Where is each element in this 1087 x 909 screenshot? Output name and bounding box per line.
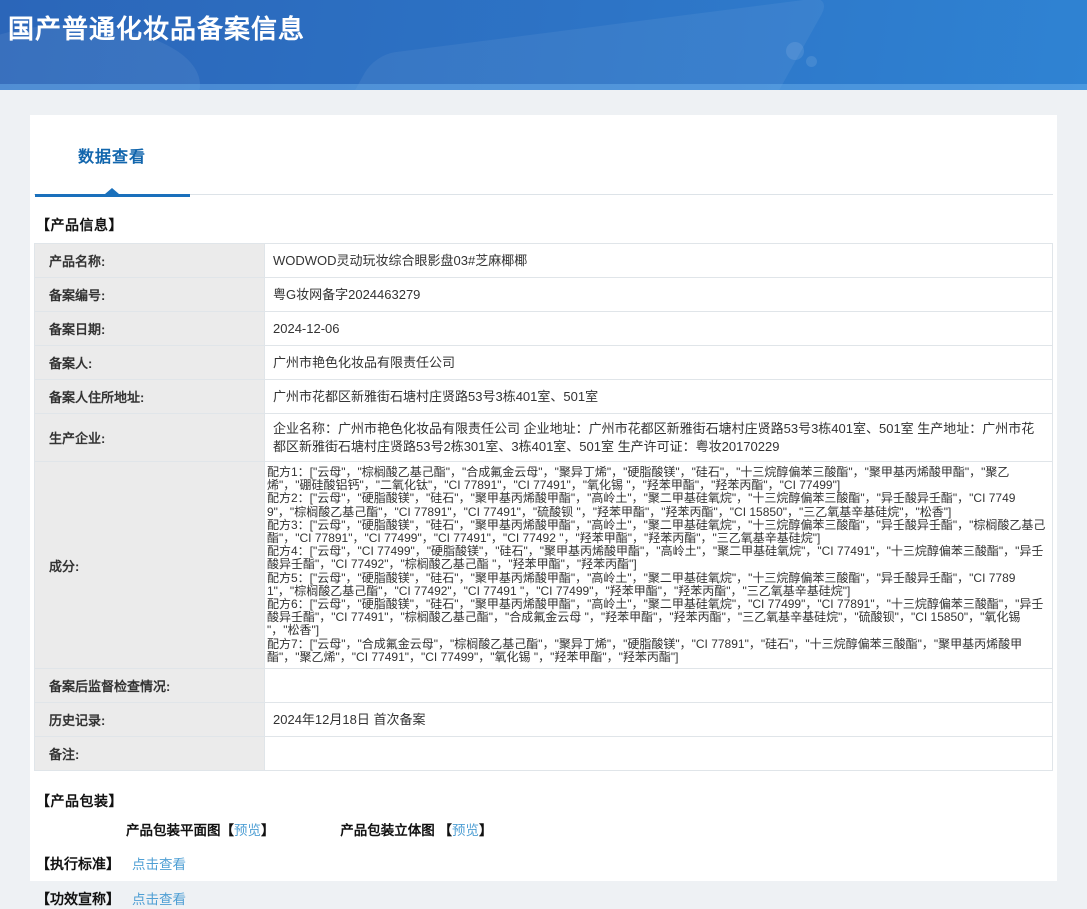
bracket-open: 【 (438, 823, 453, 839)
packaging-solid-preview-link[interactable]: 预览 (452, 823, 479, 838)
formula-line: 配方1：["云母"，"棕榈酸乙基己酯"，"合成氟金云母"，"聚异丁烯"，"硬脂酸… (267, 465, 1010, 493)
packaging-flat-item: 产品包装平面图【预览】 (126, 819, 275, 839)
bracket-close: 】 (479, 823, 493, 839)
row-label: 产品名称: (34, 243, 265, 278)
row-label: 备注: (34, 736, 265, 772)
row-value: WODWOD灵动玩妆综合眼影盘03#芝麻椰椰 (264, 243, 1053, 278)
table-row-history: 历史记录: 2024年12月18日 首次备案 (34, 702, 1053, 738)
row-value: 广州市艳色化妆品有限责任公司 (264, 345, 1053, 380)
packaging-solid-item: 产品包装立体图 【预览】 (340, 819, 492, 839)
standard-section-title: 【执行标准】 (36, 856, 120, 873)
table-row-filing-date: 备案日期: 2024-12-06 (34, 311, 1053, 346)
row-value (264, 736, 1053, 772)
tab-data-view-label: 数据查看 (77, 149, 146, 166)
formula-line: 配方3：["云母"，"硬脂酸镁"，"硅石"，"聚甲基丙烯酸甲酯"，"高岭土"，"… (267, 517, 1046, 546)
row-value: 2024年12月18日 首次备案 (264, 702, 1053, 738)
tab-active-underline (35, 194, 190, 197)
formula-line: 配方2：["云母"，"硬脂酸镁"，"硅石"，"聚甲基丙烯酸甲酯"，"高岭土"，"… (267, 491, 1016, 519)
row-value-ingredients: 配方1：["云母"，"棕榈酸乙基己酯"，"合成氟金云母"，"聚异丁烯"，"硬脂酸… (264, 460, 1053, 670)
standard-section: 【执行标准】 点击查看 (36, 853, 1053, 874)
table-row-filer-address: 备案人住所地址: 广州市花都区新雅街石塘村庄贤路53号3栋401室、501室 (34, 379, 1053, 414)
row-value: 企业名称：广州市艳色化妆品有限责任公司 企业地址：广州市花都区新雅街石塘村庄贤路… (264, 413, 1053, 462)
table-row-remarks: 备注: (34, 736, 1053, 772)
packaging-flat-label: 产品包装平面图 (126, 823, 221, 839)
tab-data-view[interactable]: 数据查看 (34, 139, 190, 197)
table-row-product-name: 产品名称: WODWOD灵动玩妆综合眼影盘03#芝麻椰椰 (34, 243, 1053, 278)
page-header: 国产普通化妆品备案信息 (0, 0, 1087, 90)
content-card: 数据查看 【产品信息】 产品名称: WODWOD灵动玩妆综合眼影盘03#芝麻椰椰… (30, 115, 1057, 907)
table-row-filing-number: 备案编号: 粤G妆网备字2024463279 (34, 277, 1053, 312)
page-title: 国产普通化妆品备案信息 (8, 14, 306, 44)
table-row-filer: 备案人: 广州市艳色化妆品有限责任公司 (34, 345, 1053, 380)
row-label: 备案编号: (34, 277, 265, 312)
row-label: 备案后监督检查情况: (34, 668, 265, 704)
table-row-ingredients: 成分: 配方1：["云母"，"棕榈酸乙基己酯"，"合成氟金云母"，"聚异丁烯"，… (34, 460, 1053, 670)
row-value: 广州市花都区新雅街石塘村庄贤路53号3栋401室、501室 (264, 379, 1053, 414)
row-value (264, 668, 1053, 704)
product-info-section-title: 【产品信息】 (36, 217, 123, 233)
efficacy-section-title: 【功效宣称】 (36, 891, 120, 908)
row-value: 2024-12-06 (264, 311, 1053, 346)
packaging-links-row: 产品包装平面图【预览】 产品包装立体图 【预览】 (34, 819, 1053, 839)
formula-line: 配方6：["云母"，"硬脂酸镁"，"硅石"，"聚甲基丙烯酸甲酯"，"高岭土"，"… (267, 597, 1044, 638)
table-row-supervision: 备案后监督检查情况: (34, 668, 1053, 704)
formula-line: 配方5：["云母"，"硬脂酸镁"，"硅石"，"聚甲基丙烯酸甲酯"，"高岭土"，"… (267, 570, 1016, 598)
packaging-section-title: 【产品包装】 (36, 793, 123, 810)
row-value: 粤G妆网备字2024463279 (264, 277, 1053, 312)
row-label: 备案日期: (34, 311, 265, 346)
efficacy-section: 【功效宣称】 点击查看 (36, 888, 1053, 909)
standard-view-link[interactable]: 点击查看 (132, 857, 186, 872)
formula-line: 配方4：["云母"，"CI 77499"，"硬脂酸镁"，"硅石"，"聚甲基丙烯酸… (267, 544, 1044, 572)
packaging-solid-label: 产品包装立体图 (340, 823, 435, 839)
packaging-flat-preview-link[interactable]: 预览 (234, 823, 261, 838)
row-label: 备案人: (34, 345, 265, 380)
bracket-close: 】 (261, 823, 275, 839)
efficacy-view-link[interactable]: 点击查看 (132, 892, 186, 907)
row-label: 成分: (34, 460, 265, 670)
row-label: 备案人住所地址: (34, 379, 265, 414)
tab-bar: 数据查看 (34, 139, 1053, 197)
bracket-open: 【 (220, 823, 235, 839)
formula-line: 配方7：["云母"，"合成氟金云母"，"棕榈酸乙基己酯"，"聚异丁烯"，"硬脂酸… (267, 636, 1023, 664)
row-label: 生产企业: (34, 413, 265, 462)
product-info-table: 产品名称: WODWOD灵动玩妆综合眼影盘03#芝麻椰椰 备案编号: 粤G妆网备… (34, 243, 1053, 772)
header-bottom-strip (0, 84, 1087, 90)
row-label: 历史记录: (34, 702, 265, 738)
table-row-producer: 生产企业: 企业名称：广州市艳色化妆品有限责任公司 企业地址：广州市花都区新雅街… (34, 413, 1053, 462)
header-decoration-dot-icon (806, 56, 817, 67)
